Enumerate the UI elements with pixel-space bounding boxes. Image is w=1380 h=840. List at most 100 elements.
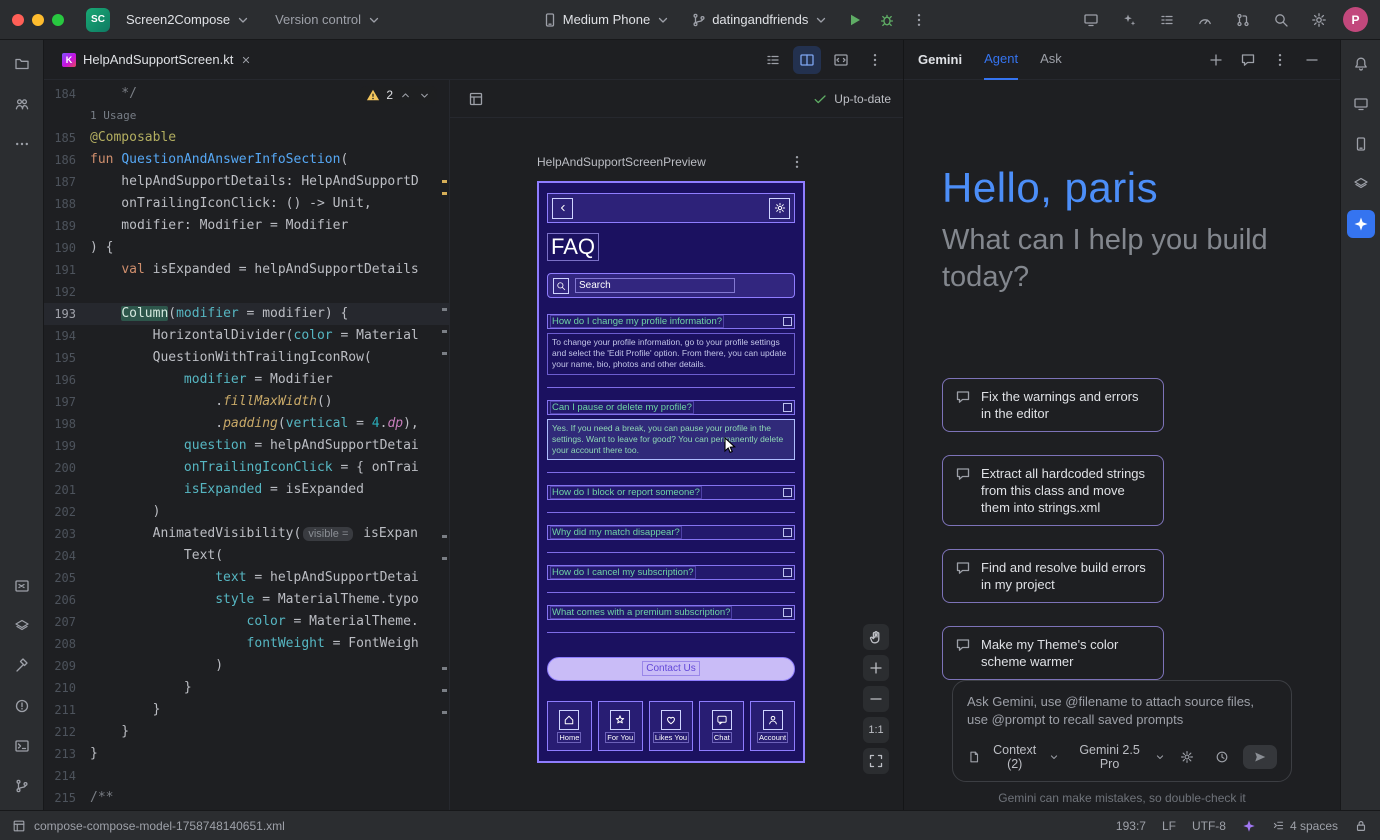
chat-history-button[interactable] <box>1234 46 1262 74</box>
split-view-button[interactable] <box>793 46 821 74</box>
line-ending-selector[interactable]: LF <box>1162 819 1176 833</box>
ai-spark-icon[interactable] <box>1242 819 1256 833</box>
device-manager-tool-button[interactable] <box>1347 130 1375 158</box>
expand-icon[interactable] <box>783 568 792 577</box>
code-line[interactable]: 202 ) <box>44 501 449 523</box>
code-line[interactable]: 187 helpAndSupportDetails: HelpAndSuppor… <box>44 171 449 193</box>
tab-ask[interactable]: Ask <box>1040 40 1062 80</box>
code-line[interactable]: 201 isExpanded = isExpanded <box>44 479 449 501</box>
suggestion-card[interactable]: Extract all hardcoded strings from this … <box>942 455 1164 526</box>
caret-position[interactable]: 193:7 <box>1116 819 1146 833</box>
code-structure-button[interactable] <box>759 46 787 74</box>
suggestion-card[interactable]: Fix the warnings and errors in the edito… <box>942 378 1164 432</box>
tab-helpandsupportscreen[interactable]: K HelpAndSupportScreen.kt <box>52 40 262 80</box>
suggestion-card[interactable]: Find and resolve build errors in my proj… <box>942 549 1164 603</box>
nav-item-for-you[interactable]: For You <box>598 701 643 751</box>
close-tab-button[interactable] <box>240 54 252 66</box>
faq-item[interactable]: How do I cancel my subscription? <box>547 565 795 593</box>
faq-item[interactable]: Why did my match disappear? <box>547 525 795 553</box>
settings-button[interactable] <box>1305 6 1333 34</box>
code-line[interactable]: 200 onTrailingIconClick = { onTrai <box>44 457 449 479</box>
prompt-history-button[interactable] <box>1208 743 1235 771</box>
editor-scroll-stripe[interactable] <box>442 80 447 810</box>
version-control-menu[interactable]: Version control <box>267 8 390 32</box>
lock-icon[interactable] <box>1354 819 1368 833</box>
close-window-button[interactable] <box>12 14 24 26</box>
code-line[interactable]: 194 HorizontalDivider(color = Material <box>44 325 449 347</box>
problems-tool-button[interactable] <box>8 692 36 720</box>
code-line[interactable]: 206 style = MaterialTheme.typo <box>44 589 449 611</box>
code-line[interactable]: 198 .padding(vertical = 4.dp), <box>44 413 449 435</box>
profiler-button[interactable] <box>1191 6 1219 34</box>
ai-assistant-button[interactable] <box>1115 6 1143 34</box>
faq-item[interactable]: How do I change my profile information?T… <box>547 314 795 387</box>
code-line[interactable]: 207 color = MaterialTheme. <box>44 611 449 633</box>
model-selector[interactable]: Gemini 2.5 Pro <box>1070 743 1165 771</box>
send-prompt-button[interactable] <box>1243 745 1277 769</box>
code-line[interactable]: 189 modifier: Modifier = Modifier <box>44 215 449 237</box>
encoding-selector[interactable]: UTF-8 <box>1192 819 1226 833</box>
inspection-widget[interactable]: 2 <box>360 86 437 104</box>
code-line[interactable]: 188 onTrailingIconClick: () -> Unit, <box>44 193 449 215</box>
pan-tool-button[interactable] <box>863 624 889 650</box>
project-selector[interactable]: Screen2Compose <box>118 8 259 32</box>
avatar[interactable]: P <box>1343 7 1368 32</box>
zoom-reset-button[interactable]: 1:1 <box>863 717 889 743</box>
resource-manager-tool-button[interactable] <box>8 90 36 118</box>
code-line[interactable]: 197 .fillMaxWidth() <box>44 391 449 413</box>
editor-options-button[interactable] <box>861 46 889 74</box>
device-streaming-button[interactable] <box>1077 6 1105 34</box>
code-line[interactable]: 204 Text( <box>44 545 449 567</box>
code-line[interactable]: 210 } <box>44 677 449 699</box>
run-configuration-selector[interactable]: datingandfriends <box>683 8 837 32</box>
more-tool-windows-button[interactable] <box>8 130 36 158</box>
indent-selector[interactable]: 4 spaces <box>1272 819 1338 833</box>
device-streaming-tool-button[interactable] <box>1347 90 1375 118</box>
gemini-prompt-input[interactable]: Ask Gemini, use @filename to attach sour… <box>952 680 1292 782</box>
expand-icon[interactable] <box>783 528 792 537</box>
code-line[interactable]: 213} <box>44 743 449 765</box>
hide-panel-button[interactable] <box>1298 46 1326 74</box>
code-line[interactable]: 203 AnimatedVisibility(visible = isExpan <box>44 523 449 545</box>
code-line[interactable]: 209 ) <box>44 655 449 677</box>
status-file-name[interactable]: compose-compose-model-1758748140651.xml <box>34 819 285 833</box>
more-run-actions-button[interactable] <box>905 6 933 34</box>
nav-item-likes-you[interactable]: Likes You <box>649 701 694 751</box>
back-button[interactable] <box>552 198 573 219</box>
preview-layout-button[interactable] <box>462 85 490 113</box>
code-line[interactable]: 191 val isExpanded = helpAndSupportDetai… <box>44 259 449 281</box>
code-view-button[interactable] <box>827 46 855 74</box>
new-chat-button[interactable] <box>1202 46 1230 74</box>
previous-problem-button[interactable] <box>399 89 412 102</box>
phone-preview[interactable]: FAQ Search How do I change my profile in… <box>537 181 805 763</box>
preview-canvas[interactable]: HelpAndSupportScreenPreview FAQ <box>450 118 903 810</box>
code-line[interactable]: 192 <box>44 281 449 303</box>
zoom-to-fit-button[interactable] <box>863 748 889 774</box>
code-line[interactable]: 208 fontWeight = FontWeigh <box>44 633 449 655</box>
expand-icon[interactable] <box>783 403 792 412</box>
next-problem-button[interactable] <box>418 89 431 102</box>
code-line[interactable]: 195 QuestionWithTrailingIconRow( <box>44 347 449 369</box>
faq-item[interactable]: How do I block or report someone? <box>547 485 795 513</box>
contact-us-button[interactable]: Contact Us <box>547 657 795 681</box>
device-selector[interactable]: Medium Phone <box>534 8 679 32</box>
version-control-tool-button[interactable] <box>8 772 36 800</box>
search-everywhere-button[interactable] <box>1267 6 1295 34</box>
code-line[interactable]: 214 <box>44 765 449 787</box>
project-tool-button[interactable] <box>8 50 36 78</box>
suggestion-card[interactable]: Make my Theme's color scheme warmer <box>942 626 1164 680</box>
running-devices-tool-button[interactable] <box>8 572 36 600</box>
code-line[interactable]: 215/** <box>44 787 449 809</box>
nav-item-chat[interactable]: Chat <box>699 701 744 751</box>
code-line[interactable]: 196 modifier = Modifier <box>44 369 449 391</box>
settings-button[interactable] <box>769 198 790 219</box>
gemini-tool-button[interactable] <box>1347 210 1375 238</box>
fullscreen-window-button[interactable] <box>52 14 64 26</box>
run-button[interactable] <box>841 6 869 34</box>
zoom-out-button[interactable] <box>863 686 889 712</box>
gemini-options-button[interactable] <box>1266 46 1294 74</box>
terminal-tool-button[interactable] <box>8 732 36 760</box>
code-line[interactable]: 211 } <box>44 699 449 721</box>
preview-menu-button[interactable] <box>789 154 805 170</box>
code-line[interactable]: 185@Composable <box>44 127 449 149</box>
